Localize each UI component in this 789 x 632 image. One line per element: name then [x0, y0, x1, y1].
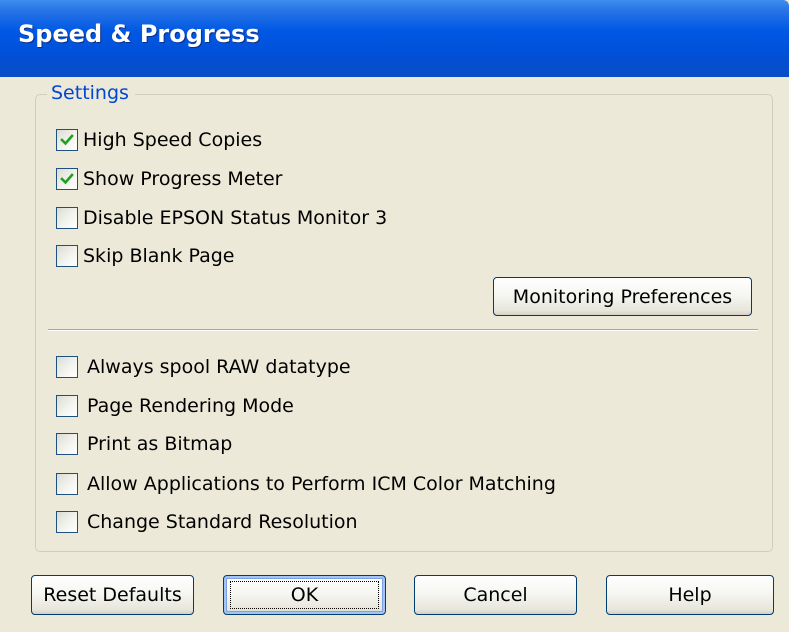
show-progress-meter-checkbox[interactable] — [56, 168, 78, 190]
always-spool-raw-checkbox[interactable] — [56, 356, 78, 378]
high-speed-copies-checkbox[interactable] — [56, 129, 78, 151]
skip-blank-page-option[interactable]: Skip Blank Page — [56, 243, 234, 269]
high-speed-copies-label[interactable]: High Speed Copies — [83, 129, 262, 151]
change-standard-resolution-checkbox[interactable] — [56, 511, 78, 533]
show-progress-meter-option[interactable]: Show Progress Meter — [56, 166, 282, 192]
page-rendering-mode-option[interactable]: Page Rendering Mode — [56, 393, 294, 419]
monitoring-preferences-button[interactable]: Monitoring Preferences — [493, 277, 752, 316]
disable-status-monitor-option[interactable]: Disable EPSON Status Monitor 3 — [56, 205, 387, 231]
settings-group-label: Settings — [47, 82, 135, 104]
checkmark-icon — [60, 134, 74, 146]
always-spool-raw-label[interactable]: Always spool RAW datatype — [87, 356, 351, 378]
disable-status-monitor-checkbox[interactable] — [56, 207, 78, 229]
show-progress-meter-label[interactable]: Show Progress Meter — [83, 168, 282, 190]
window-title: Speed & Progress — [18, 20, 260, 48]
dialog-window: Speed & Progress Settings High Speed Cop… — [0, 0, 789, 632]
high-speed-copies-option[interactable]: High Speed Copies — [56, 127, 262, 153]
ok-button[interactable]: OK — [223, 575, 386, 615]
print-as-bitmap-checkbox[interactable] — [56, 433, 78, 455]
change-standard-resolution-label[interactable]: Change Standard Resolution — [87, 511, 358, 533]
help-button[interactable]: Help — [606, 575, 774, 615]
print-as-bitmap-option[interactable]: Print as Bitmap — [56, 431, 232, 457]
icm-color-matching-label[interactable]: Allow Applications to Perform ICM Color … — [87, 473, 556, 495]
skip-blank-page-label[interactable]: Skip Blank Page — [83, 245, 234, 267]
always-spool-raw-option[interactable]: Always spool RAW datatype — [56, 354, 351, 380]
page-rendering-mode-checkbox[interactable] — [56, 395, 78, 417]
settings-separator — [48, 329, 758, 331]
print-as-bitmap-label[interactable]: Print as Bitmap — [87, 433, 232, 455]
page-rendering-mode-label[interactable]: Page Rendering Mode — [87, 395, 294, 417]
skip-blank-page-checkbox[interactable] — [56, 245, 78, 267]
ok-button-label: OK — [290, 584, 319, 606]
reset-defaults-button[interactable]: Reset Defaults — [31, 575, 194, 615]
cancel-button[interactable]: Cancel — [414, 575, 577, 615]
disable-status-monitor-label[interactable]: Disable EPSON Status Monitor 3 — [83, 207, 387, 229]
icm-color-matching-checkbox[interactable] — [56, 473, 78, 495]
change-standard-resolution-option[interactable]: Change Standard Resolution — [56, 509, 358, 535]
checkmark-icon — [60, 173, 74, 185]
title-bar[interactable]: Speed & Progress — [0, 0, 789, 77]
icm-color-matching-option[interactable]: Allow Applications to Perform ICM Color … — [56, 471, 556, 497]
